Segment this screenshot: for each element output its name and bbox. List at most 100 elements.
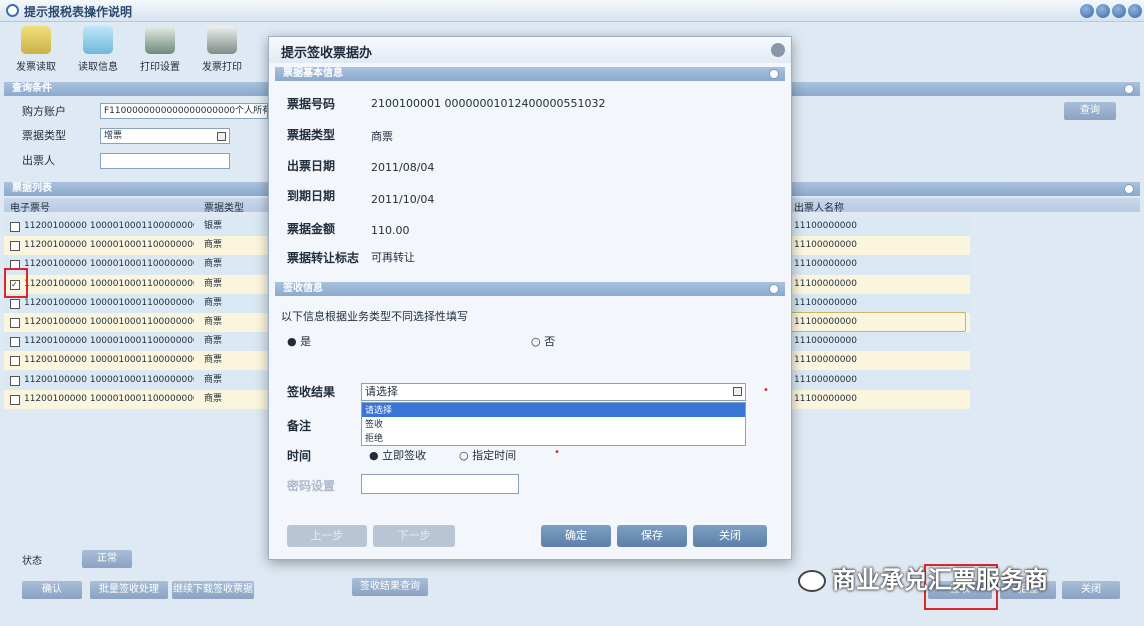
- bill-type-cell: 商票: [204, 394, 223, 404]
- bill-type-cell: 商票: [204, 279, 223, 289]
- toolbar-read-info[interactable]: 读取信息: [70, 24, 126, 76]
- payee-cell: 11100000000: [794, 240, 857, 250]
- bill-type-cell: 商票: [204, 375, 223, 385]
- bill-number-cell: 11200100000 1000010001100000000000: [24, 279, 194, 289]
- title-bar: 提示报税表操作说明: [0, 0, 1144, 22]
- row-checkbox[interactable]: [10, 222, 20, 232]
- bill-type-cell: 商票: [204, 240, 223, 250]
- toolbar-print-settings[interactable]: 打印设置: [132, 24, 188, 76]
- bill-number-cell: 11200100000 1000010001100000000000: [24, 336, 194, 346]
- radio-scheduled[interactable]: ○ 指定时间: [459, 447, 516, 463]
- collapse-icon[interactable]: [769, 69, 779, 79]
- collapse-icon[interactable]: [1124, 84, 1134, 94]
- next-button[interactable]: 下一步: [373, 525, 455, 547]
- payee-cell: 11100000000: [794, 298, 857, 308]
- prev-button[interactable]: 上一步: [287, 525, 367, 547]
- maximize-icon[interactable]: [1112, 4, 1126, 18]
- issue-date: 2011/08/04: [371, 161, 435, 174]
- bill-number: 2100100001 00000001012400000551032: [371, 97, 606, 110]
- watermark: 商业承兑汇票服务商: [798, 560, 1108, 594]
- bill-type-cell: 商票: [204, 336, 223, 346]
- dropdown-option[interactable]: 请选择: [362, 403, 745, 417]
- row-checkbox[interactable]: [10, 337, 20, 347]
- dropdown-option[interactable]: 拒绝: [362, 431, 745, 445]
- required-mark: •: [763, 385, 769, 396]
- bill-number-cell: 11200100000 1000010001100000000000: [24, 394, 194, 404]
- bill-type: 商票: [371, 130, 393, 143]
- save-button[interactable]: 保存: [617, 525, 687, 547]
- status-label: 状态: [22, 556, 42, 567]
- field-label: 票据号码: [287, 97, 336, 111]
- field-label: 票据转让标志: [287, 251, 360, 265]
- dropdown-list: 请选择 签收 拒绝: [361, 402, 746, 446]
- dropdown-option[interactable]: 签收: [362, 417, 745, 431]
- bill-number-cell: 11200100000 1000010001100000000000: [24, 298, 194, 308]
- minimize-icon[interactable]: [1096, 4, 1110, 18]
- document-icon: [83, 26, 113, 54]
- column-header: 票据类型: [204, 203, 244, 214]
- help-icon[interactable]: [1080, 4, 1094, 18]
- field-label: 购方账户: [22, 105, 66, 118]
- field-label: 时间: [287, 449, 312, 463]
- chevron-down-icon: [733, 387, 742, 396]
- row-checkbox[interactable]: [10, 376, 20, 386]
- bill-number-cell: 11200100000 1000010001100000000000: [24, 375, 194, 385]
- payee-cell: 11100000000: [794, 375, 857, 385]
- collapse-icon[interactable]: [769, 284, 779, 294]
- column-header: 出票人名称: [794, 203, 844, 214]
- status-badge: 正常: [82, 550, 132, 568]
- dialog-section-bar: 签收信息: [275, 282, 785, 296]
- radio-immediate[interactable]: ● 立即签收: [369, 447, 426, 463]
- payee-cell: 11100000000: [794, 279, 857, 289]
- highlight-box: [4, 268, 28, 298]
- field-label: 备注: [287, 419, 312, 433]
- row-checkbox[interactable]: [10, 241, 20, 251]
- close-button[interactable]: 关闭: [693, 525, 767, 547]
- password-input[interactable]: [361, 474, 519, 494]
- radio-yes[interactable]: ● 是: [287, 333, 311, 349]
- row-checkbox[interactable]: [10, 299, 20, 309]
- field-label: 票据类型: [22, 129, 66, 142]
- radio-no[interactable]: ○ 否: [531, 333, 555, 349]
- payee-cell: 11100000000: [794, 259, 857, 269]
- app-logo-icon: [6, 4, 19, 17]
- sign-dialog: 提示签收票据办 票据基本信息 票据号码 2100100001 000000010…: [268, 36, 792, 560]
- buyer-account-input[interactable]: F1100000000000000000000个人所有人名称: [100, 103, 268, 119]
- toolbar-print[interactable]: 发票打印: [194, 24, 250, 76]
- bill-type-select[interactable]: 增票: [100, 128, 230, 144]
- bill-number-cell: 11200100000 1000010001100000000000: [24, 221, 194, 231]
- required-mark: •: [554, 447, 560, 458]
- window-title: 提示报税表操作说明: [24, 5, 133, 19]
- batch-sign-button[interactable]: 批量签收处理: [90, 581, 168, 599]
- close-icon[interactable]: [771, 43, 785, 57]
- payee-cell: 11100000000: [794, 221, 857, 231]
- row-checkbox[interactable]: [10, 318, 20, 328]
- field-label: 到期日期: [287, 189, 336, 203]
- collapse-icon[interactable]: [1124, 184, 1134, 194]
- confirm-button[interactable]: 确定: [541, 525, 611, 547]
- row-checkbox[interactable]: [10, 356, 20, 366]
- download-sign-button[interactable]: 继续下载签收票据: [172, 581, 254, 599]
- payee-cell: 11100000000: [794, 394, 857, 404]
- close-icon[interactable]: [1128, 4, 1142, 18]
- field-label: 密码设置: [287, 479, 336, 493]
- bill-number-cell: 11200100000 1000010001100000000000: [24, 355, 194, 365]
- sign-result-query-button[interactable]: 签收结果查询: [352, 578, 428, 596]
- bill-number-cell: 11200100000 1000010001100000000000: [24, 240, 194, 250]
- column-header: 电子票号: [10, 203, 50, 214]
- row-highlight: [790, 312, 966, 332]
- dialog-section-bar: 票据基本信息: [275, 67, 785, 81]
- search-button[interactable]: 查询: [1064, 102, 1116, 120]
- bill-type-cell: 银票: [204, 221, 223, 231]
- field-label: 出票人: [22, 154, 55, 167]
- confirm-bottom-button[interactable]: 确认: [22, 581, 82, 599]
- payee-cell: 11100000000: [794, 355, 857, 365]
- notice-text: 以下信息根据业务类型不同选择性填写: [281, 310, 468, 323]
- row-checkbox[interactable]: [10, 395, 20, 405]
- toolbar-read-invoice[interactable]: 发票读取: [8, 24, 64, 76]
- drawer-input[interactable]: [100, 153, 230, 169]
- sign-result-select[interactable]: 请选择: [361, 383, 746, 401]
- bill-type-cell: 商票: [204, 317, 223, 327]
- bill-number-cell: 11200100000 1000010001100000000000: [24, 317, 194, 327]
- transfer-flag: 可再转让: [371, 251, 415, 264]
